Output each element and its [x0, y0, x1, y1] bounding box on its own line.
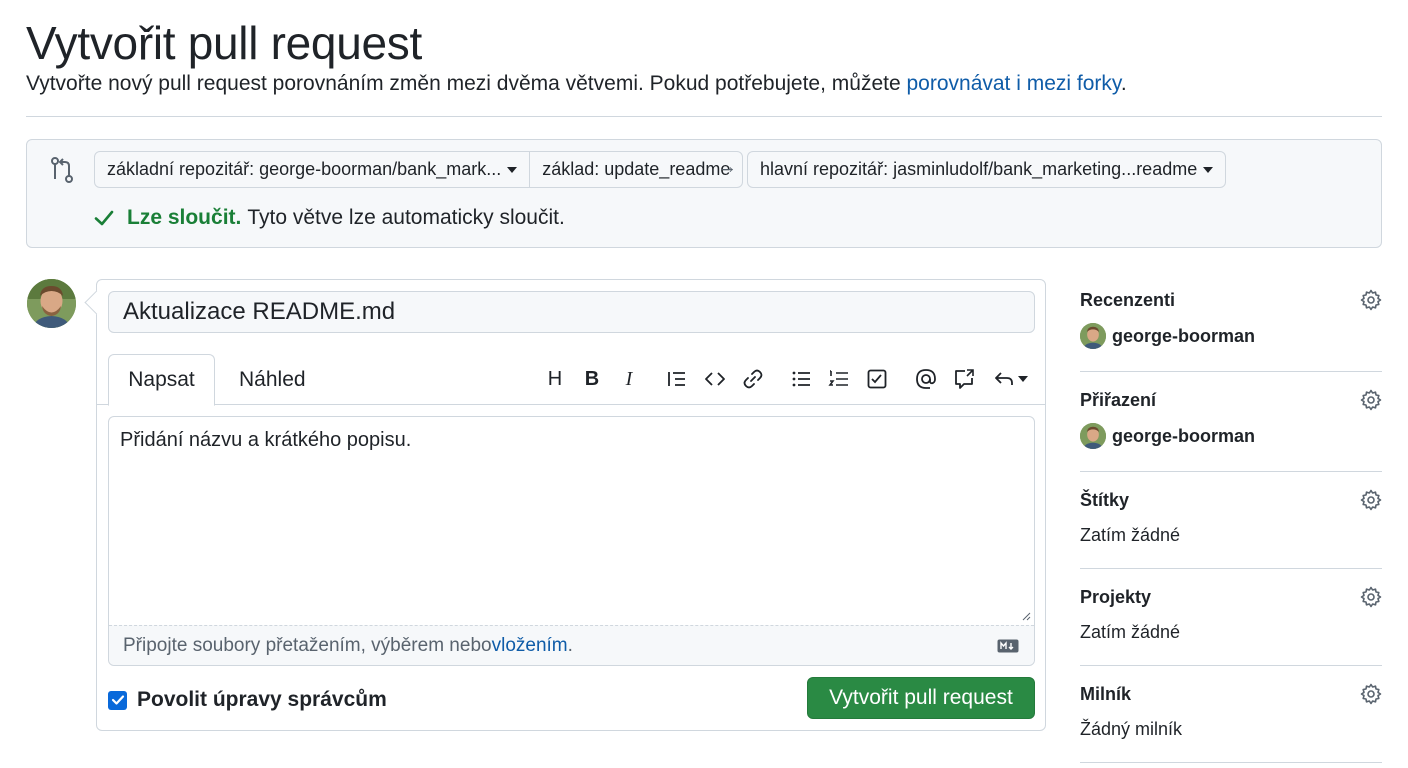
attach-files-bar[interactable]: Připojte soubory přetažením, výběrem neb… [109, 625, 1034, 665]
task-list-button[interactable] [864, 366, 890, 392]
italic-button[interactable]: I [616, 366, 642, 392]
attach-end: . [567, 634, 573, 656]
body-editor: Připojte soubory přetažením, výběrem neb… [108, 416, 1035, 666]
projects-heading: Projekty [1080, 587, 1152, 607]
merge-text: Tyto větve lze automaticky sloučit. [247, 206, 565, 229]
sidebar-projects: Projekty Zatím žádné [1080, 569, 1382, 666]
reply-icon [994, 372, 1013, 385]
git-compare-icon [51, 157, 73, 183]
compare-forks-link[interactable]: porovnávat i mezi forky [906, 72, 1120, 95]
pr-body-textarea[interactable] [109, 417, 1034, 625]
link-icon [743, 369, 763, 389]
heading-icon: H [547, 367, 563, 390]
avatar[interactable] [27, 279, 76, 328]
allow-edits-option[interactable]: Povolit úpravy správcům [108, 688, 387, 712]
bold-button[interactable]: B [579, 366, 605, 392]
editor-tabs: Napsat Náhled H B I [97, 354, 1045, 406]
allow-edits-label: Povolit úpravy správcům [137, 688, 387, 711]
mention-icon [916, 369, 936, 389]
code-icon [705, 372, 725, 386]
reviewer-user[interactable]: george-boorman [1080, 323, 1255, 349]
attach-text: Připojte soubory přetažením, výběrem neb… [123, 634, 492, 656]
arrow-right-icon: → [717, 156, 737, 178]
head-repo-select[interactable]: hlavní repozitář: jasminludolf/bank_mark… [747, 151, 1227, 188]
check-icon [94, 210, 114, 226]
task-list-icon [867, 369, 887, 389]
bold-icon: B [584, 367, 600, 390]
assignees-heading: Přiřazení [1080, 390, 1157, 410]
caret-down-icon [1203, 166, 1214, 173]
pr-title-input[interactable] [108, 291, 1035, 333]
caret-down-icon [1017, 376, 1028, 382]
sidebar-reviewers: Recenzenti george-boorman [1080, 280, 1382, 372]
caret-down-icon [507, 166, 518, 173]
base-selector-group: základní repozitář: george-boorman/bank_… [94, 151, 744, 188]
gear-icon[interactable] [1360, 683, 1382, 705]
pr-form: Napsat Náhled H B I [96, 279, 1046, 731]
compare-box: základní repozitář: george-boorman/bank_… [26, 139, 1382, 248]
projects-value: Zatím žádné [1080, 622, 1181, 642]
cross-reference-icon [955, 369, 974, 389]
avatar [1080, 323, 1106, 349]
merge-ok-label: Lze sloučit. [127, 206, 242, 229]
check-icon [111, 695, 124, 705]
sidebar: Recenzenti george-boorman Přiřazení geor… [1080, 280, 1382, 763]
unordered-list-button[interactable] [788, 366, 814, 392]
base-branch-select[interactable]: základ: update_readme [529, 152, 742, 187]
base-repo-label: základní repozitář: george-boorman/bank_… [107, 159, 502, 179]
tab-preview[interactable]: Náhled [239, 354, 306, 405]
base-repo-select[interactable]: základní repozitář: george-boorman/bank_… [95, 152, 529, 187]
avatar-image [27, 279, 76, 328]
subtitle-end: . [1120, 72, 1127, 95]
ordered-list-button[interactable] [826, 366, 852, 392]
heading-button[interactable]: H [542, 366, 568, 392]
base-branch-label: základ: update_readme [542, 159, 731, 179]
gear-icon[interactable] [1360, 489, 1382, 511]
code-button[interactable] [702, 366, 728, 392]
undo-menu-button[interactable] [989, 366, 1031, 392]
mention-button[interactable] [913, 366, 939, 392]
allow-edits-checkbox[interactable] [108, 690, 127, 710]
labels-value: Zatím žádné [1080, 525, 1181, 545]
resize-handle[interactable] [1021, 611, 1031, 621]
link-button[interactable] [740, 366, 766, 392]
labels-heading: Štítky [1080, 490, 1130, 510]
reviewer-name: george-boorman [1112, 325, 1256, 346]
milestone-value: Žádný milník [1080, 719, 1183, 739]
unordered-list-icon [792, 371, 810, 387]
gear-icon[interactable] [1360, 289, 1382, 311]
merge-status: Lze sloučit. Tyto větve lze automaticky … [93, 206, 565, 230]
page-title: Vytvořit pull request [26, 17, 422, 69]
gear-icon[interactable] [1360, 586, 1382, 608]
gear-icon[interactable] [1360, 389, 1382, 411]
header-divider [26, 116, 1382, 117]
sidebar-assignees: Přiřazení george-boorman [1080, 372, 1382, 472]
italic-icon: I [625, 367, 633, 390]
head-repo-label: hlavní repozitář: jasminludolf/bank_mark… [760, 159, 1198, 179]
quote-icon [668, 372, 685, 386]
sidebar-labels: Štítky Zatím žádné [1080, 472, 1382, 569]
reviewers-heading: Recenzenti [1080, 290, 1176, 310]
reference-button[interactable] [951, 366, 977, 392]
sidebar-milestone: Milník Žádný milník [1080, 666, 1382, 763]
assignee-user[interactable]: george-boorman [1080, 423, 1255, 449]
paste-link[interactable]: vložením [492, 635, 568, 657]
tab-write[interactable]: Napsat [108, 354, 215, 406]
ordered-list-icon [828, 370, 848, 386]
quote-button[interactable] [664, 366, 690, 392]
markdown-icon[interactable] [997, 639, 1019, 653]
subtitle-text: Vytvořte nový pull request porovnáním zm… [26, 72, 907, 95]
avatar [1080, 423, 1106, 449]
create-pull-request-button[interactable]: Vytvořit pull request [807, 677, 1035, 719]
page-subtitle: Vytvořte nový pull request porovnáním zm… [26, 72, 1127, 96]
milestone-heading: Milník [1080, 684, 1132, 704]
assignee-name: george-boorman [1112, 425, 1256, 446]
